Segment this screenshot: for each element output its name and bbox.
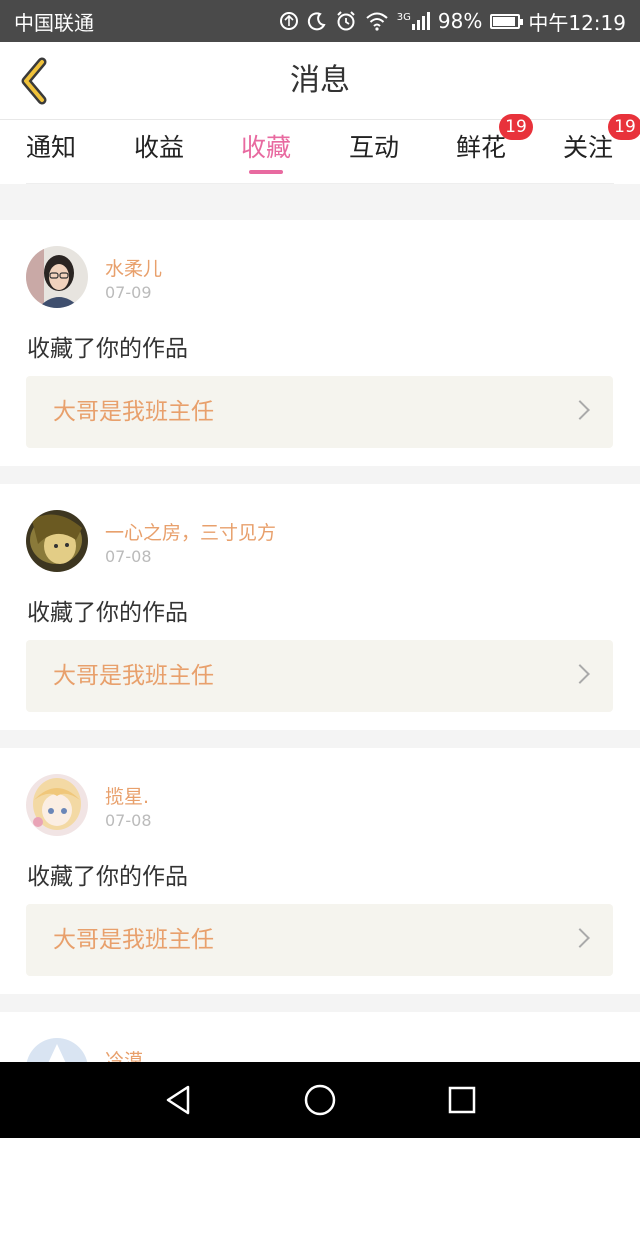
signal-indicator: 3G: [397, 12, 430, 30]
tab-label: 鲜花: [455, 133, 506, 162]
tab-favorites[interactable]: 收藏: [216, 120, 316, 184]
work-link[interactable]: 大哥是我班主任: [26, 640, 613, 712]
post-date: 07-08: [105, 811, 152, 830]
message-card: 揽星. 07-08 收藏了你的作品 大哥是我班主任: [0, 748, 640, 994]
tab-badge: 19: [608, 114, 640, 140]
avatar[interactable]: [26, 246, 88, 308]
user-name[interactable]: 揽星.: [105, 782, 149, 809]
tab-badge: 19: [499, 114, 533, 140]
post-date: 07-09: [105, 283, 152, 302]
user-name[interactable]: 一心之房，三寸见方: [105, 518, 276, 545]
work-link[interactable]: 大哥是我班主任: [26, 376, 613, 448]
tab-flowers[interactable]: 鲜花 19: [431, 114, 533, 184]
tab-label: 关注: [562, 133, 613, 162]
post-date: 07-08: [105, 547, 152, 566]
work-title: 大哥是我班主任: [53, 927, 214, 953]
chevron-right-icon: [570, 928, 590, 948]
home-circle-icon[interactable]: [302, 1082, 338, 1118]
back-triangle-icon[interactable]: [160, 1082, 196, 1118]
active-tab-indicator: [249, 170, 283, 174]
network-type: 3G: [396, 12, 411, 23]
recents-square-icon[interactable]: [444, 1082, 480, 1118]
data-saver-icon: [279, 12, 298, 30]
tab-notifications[interactable]: 通知: [1, 120, 101, 184]
user-name[interactable]: 水柔儿: [105, 254, 162, 281]
work-title: 大哥是我班主任: [53, 399, 214, 425]
carrier-label: 中国联通: [14, 10, 94, 35]
battery-icon: [490, 13, 524, 29]
action-text: 收藏了你的作品: [27, 600, 188, 626]
header: 消息: [0, 42, 640, 120]
clock: 中午12:19: [528, 10, 626, 35]
tab-label: 收益: [133, 133, 184, 162]
work-link[interactable]: 大哥是我班主任: [26, 904, 613, 976]
tab-bar: 通知 收益 收藏 互动 鲜花 19 关注 19: [0, 114, 640, 184]
battery-percent: 98%: [437, 9, 483, 33]
wifi-icon: [366, 12, 388, 31]
page-title: 消息: [290, 63, 350, 98]
work-title: 大哥是我班主任: [53, 663, 214, 689]
action-text: 收藏了你的作品: [27, 336, 188, 362]
signal-icon: [411, 12, 430, 30]
chevron-right-icon: [570, 664, 590, 684]
message-card: 水柔儿 07-09 收藏了你的作品 大哥是我班主任: [0, 220, 640, 466]
system-nav-bar: [0, 1062, 640, 1138]
message-card: 一心之房，三寸见方 07-08 收藏了你的作品 大哥是我班主任: [0, 484, 640, 730]
avatar[interactable]: [26, 774, 88, 836]
tab-interactions[interactable]: 互动: [324, 120, 424, 184]
tab-label: 互动: [348, 133, 399, 162]
tab-label: 通知: [25, 133, 76, 162]
moon-icon: [307, 12, 326, 31]
tab-follows[interactable]: 关注 19: [538, 114, 640, 184]
status-bar: 中国联通 3G 98% 中午12:19: [0, 0, 640, 42]
avatar[interactable]: [26, 510, 88, 572]
action-text: 收藏了你的作品: [27, 864, 188, 890]
divider: [26, 183, 614, 184]
tab-label: 收藏: [240, 133, 291, 162]
chevron-right-icon: [570, 400, 590, 420]
alarm-icon: [337, 11, 355, 31]
status-icons: 3G 98% 中午12:19: [279, 7, 626, 36]
tab-earnings[interactable]: 收益: [109, 120, 209, 184]
